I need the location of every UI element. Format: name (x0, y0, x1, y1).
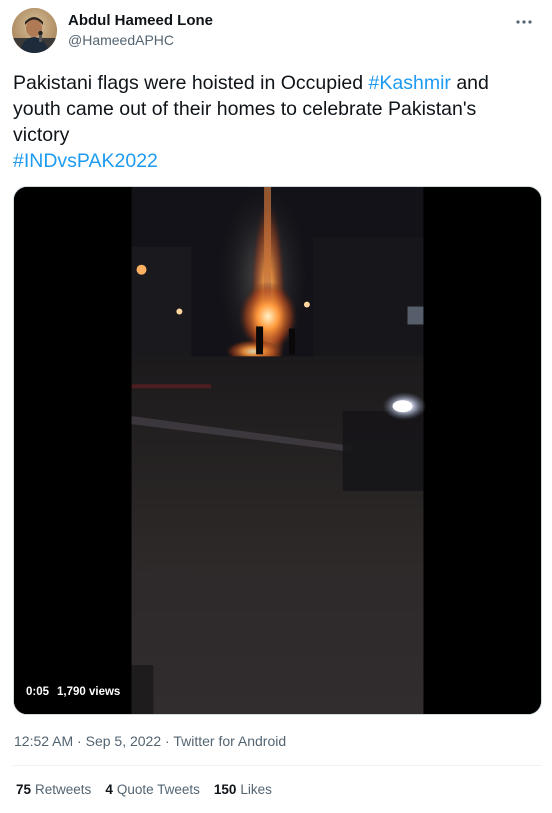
separator: · (73, 733, 86, 749)
tweet-stats: 75 Retweets 4 Quote Tweets 150 Likes (16, 782, 272, 797)
retweets-count: 75 (16, 782, 32, 797)
avatar-image (12, 8, 57, 53)
hashtag-link-indvspak2022[interactable]: #INDvsPAK2022 (13, 150, 158, 172)
avatar[interactable] (12, 8, 57, 53)
tweet-text-line-1: Pakistani flags were hoisted in Occupied… (13, 70, 543, 96)
video-meta: 0:05 1,790 views (26, 686, 120, 698)
more-horizontal-icon (516, 20, 532, 24)
hashtag-link-kashmir[interactable]: #Kashmir (369, 72, 451, 94)
video-player[interactable] (13, 186, 542, 715)
likes-count: 150 (213, 782, 237, 797)
tweet-timestamp-line: 12:52 AM · Sep 5, 2022 · Twitter for And… (14, 733, 286, 749)
quote-tweets-label: Quote Tweets (116, 782, 200, 797)
tweet-time[interactable]: 12:52 AM (14, 733, 73, 749)
quote-tweets-count: 4 (105, 782, 113, 797)
divider (13, 765, 542, 766)
video-duration: 0:05 (26, 686, 50, 698)
likes-label: Likes (240, 782, 272, 797)
retweets-label: Retweets (35, 782, 92, 797)
tweet-text-line-3: victory (13, 124, 70, 146)
tweet-text-line-2: youth came out of their homes to celebra… (13, 98, 477, 120)
video-frame (14, 187, 541, 714)
tweet-source[interactable]: Twitter for Android (173, 733, 286, 749)
separator: · (161, 733, 174, 749)
video-views: 1,790 views (57, 686, 121, 698)
quote-tweets-stat[interactable]: 4 Quote Tweets (105, 782, 200, 797)
tweet-text-part: Pakistani flags were hoisted in Occupied (13, 72, 369, 94)
tweet-text: Pakistani flags were hoisted in Occupied… (13, 70, 543, 174)
tweet-date[interactable]: Sep 5, 2022 (86, 733, 162, 749)
likes-stat[interactable]: 150 Likes (214, 782, 272, 797)
author-display-name[interactable]: Abdul Hameed Lone (68, 12, 213, 29)
tweet-text-part: and (450, 72, 489, 94)
more-options-button[interactable] (510, 10, 538, 34)
author-handle[interactable]: @HameedAPHC (68, 32, 174, 48)
retweets-stat[interactable]: 75 Retweets (16, 782, 91, 797)
